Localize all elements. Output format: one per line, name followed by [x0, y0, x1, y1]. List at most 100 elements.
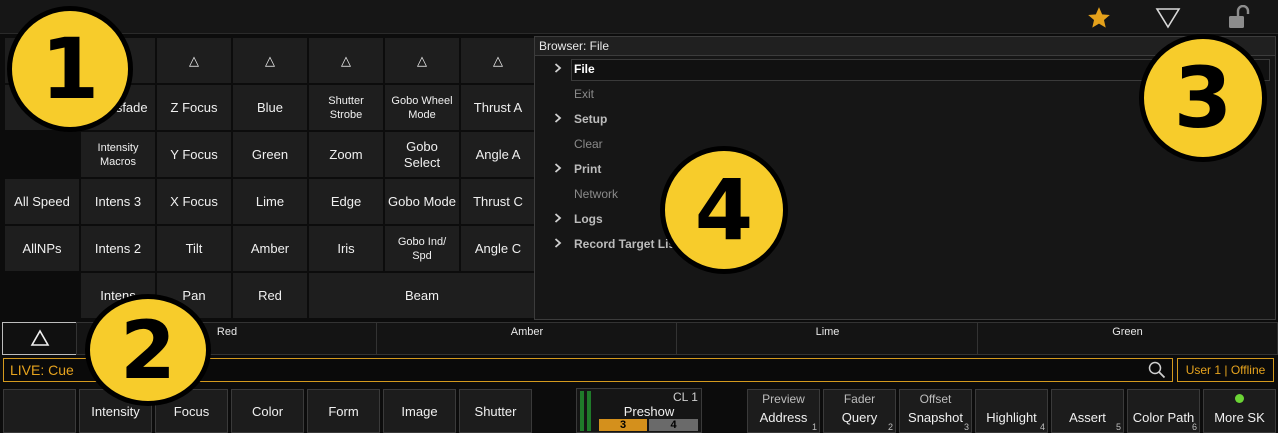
indicator-led	[1235, 394, 1244, 403]
mode-key[interactable]: Color	[231, 389, 304, 433]
mode-key[interactable]	[3, 389, 76, 433]
grid-cell[interactable]: Gobo Wheel Mode	[384, 84, 460, 131]
softkey-label: Assert	[1069, 410, 1106, 425]
next-cue: 4	[649, 419, 698, 431]
softkey-number: 6	[1191, 422, 1197, 432]
mode-key-label: Shutter	[474, 404, 517, 419]
callout-3: 3	[1139, 34, 1267, 162]
grid-up-arrow[interactable]: △	[232, 37, 308, 84]
strip-label: Green	[1112, 326, 1143, 338]
star-icon[interactable]	[1083, 4, 1115, 32]
playback-fader[interactable]: CL 1 Preshow 3 4	[576, 388, 702, 433]
grid-cell[interactable]: Green	[232, 131, 308, 178]
grid-cell[interactable]: Blue	[232, 84, 308, 131]
chevron-right-icon	[554, 208, 574, 230]
browser-item-label: Print	[574, 162, 602, 176]
grid-cell[interactable]: Lime	[232, 178, 308, 225]
strip-label: Red	[216, 326, 238, 338]
browser-item-label: File	[574, 62, 595, 76]
browser-item[interactable]: Print	[554, 158, 601, 180]
softkey-sublabel: Offset	[919, 392, 952, 406]
mode-key[interactable]: Shutter	[459, 389, 532, 433]
softkey[interactable]: Fader Query 2	[823, 389, 896, 433]
softkey-label: Address	[759, 410, 808, 425]
grid-cell[interactable]: Red	[232, 272, 308, 319]
grid-cell[interactable]: All Speed	[4, 178, 80, 225]
strip-label: Amber	[510, 326, 544, 338]
browser-item[interactable]: Exit	[554, 83, 594, 105]
unlock-icon[interactable]	[1222, 4, 1254, 32]
browser-item[interactable]: Record Target List	[554, 233, 679, 255]
softkey[interactable]: Color Path 6	[1127, 389, 1200, 433]
grid-cell[interactable]: Angle A	[460, 131, 536, 178]
browser-item[interactable]: File	[554, 58, 595, 80]
strip-cell-amber[interactable]: Amber	[376, 322, 678, 355]
grid-cell[interactable]: Tilt	[156, 225, 232, 272]
softkey[interactable]: Offset Snapshot 3	[899, 389, 972, 433]
grid-cell[interactable]: Intensity Macros	[80, 131, 156, 178]
mode-key-label: Form	[328, 404, 359, 419]
grid-cell[interactable]: Iris	[308, 225, 384, 272]
grid-cell[interactable]: Edge	[308, 178, 384, 225]
softkey[interactable]: Preview Address 1	[747, 389, 820, 433]
grid-cell[interactable]: Amber	[232, 225, 308, 272]
browser-item[interactable]: Setup	[554, 108, 607, 130]
browser-item[interactable]: Logs	[554, 208, 603, 230]
browser-item-label: Clear	[574, 137, 603, 151]
fader-level-bar	[587, 391, 591, 431]
mode-key-label: Intensity	[91, 404, 140, 419]
grid-cell[interactable]: Shutter Strobe	[308, 84, 384, 131]
softkey[interactable]: Highlight 4	[975, 389, 1048, 433]
browser-item[interactable]: Clear	[554, 133, 603, 155]
mode-key[interactable]: Form	[307, 389, 380, 433]
filter-icon[interactable]	[1152, 4, 1184, 32]
mode-key-label: Color	[251, 404, 284, 419]
strip-cell-green[interactable]: Green	[977, 322, 1278, 355]
grid-cell[interactable]: Beam	[308, 272, 536, 319]
grid-cell[interactable]: Gobo Ind/ Spd	[384, 225, 460, 272]
grid-cell[interactable]: Intens 2	[80, 225, 156, 272]
fader-level-bar	[580, 391, 584, 431]
grid-cell[interactable]: Y Focus	[156, 131, 232, 178]
grid-cell[interactable]: X Focus	[156, 178, 232, 225]
chevron-right-icon	[554, 233, 574, 255]
pending-cue: 3	[599, 419, 647, 431]
grid-up-arrow[interactable]: △	[156, 37, 232, 84]
grid-up-arrow[interactable]: △	[460, 37, 536, 84]
mode-key-label: Focus	[173, 404, 210, 419]
browser-item-label: Setup	[574, 112, 608, 126]
mode-key[interactable]: Image	[383, 389, 456, 433]
softkey-label: Color Path	[1132, 410, 1195, 425]
grid-up-arrow[interactable]: △	[384, 37, 460, 84]
grid-cell-empty	[4, 131, 80, 178]
grid-cell[interactable]: Zoom	[308, 131, 384, 178]
grid-cell[interactable]: Gobo Select	[384, 131, 460, 178]
command-line-text: LIVE: Cue	[10, 362, 74, 378]
softkey-number: 5	[1115, 422, 1121, 432]
grid-up-arrow[interactable]: △	[308, 37, 384, 84]
user-status[interactable]: User 1 | Offline	[1177, 358, 1274, 382]
callout-4: 4	[660, 146, 788, 274]
browser-item-label: Exit	[574, 87, 595, 101]
grid-cell[interactable]: Intens 3	[80, 178, 156, 225]
grid-cell[interactable]: Thrust A	[460, 84, 536, 131]
page-up-button[interactable]	[2, 322, 78, 355]
softkey-label: More SK	[1214, 410, 1265, 425]
softkey-number: 2	[887, 422, 893, 432]
softkey-number: 4	[1039, 422, 1045, 432]
mode-key-label: Image	[401, 404, 438, 419]
browser-item-label: Logs	[574, 212, 603, 226]
chevron-right-icon	[554, 108, 574, 130]
strip-cell-lime[interactable]: Lime	[676, 322, 979, 355]
grid-cell[interactable]: AllNPs	[4, 225, 80, 272]
strip-label: Lime	[815, 326, 840, 338]
grid-cell[interactable]: Z Focus	[156, 84, 232, 131]
browser-item[interactable]: Network	[554, 183, 618, 205]
softkey[interactable]: More SK	[1203, 389, 1276, 433]
search-icon[interactable]	[1148, 361, 1166, 385]
softkey[interactable]: Assert 5	[1051, 389, 1124, 433]
browser-item-label: Network	[574, 187, 619, 201]
grid-cell[interactable]: Gobo Mode	[384, 178, 460, 225]
grid-cell[interactable]: Angle C	[460, 225, 536, 272]
grid-cell[interactable]: Thrust C	[460, 178, 536, 225]
